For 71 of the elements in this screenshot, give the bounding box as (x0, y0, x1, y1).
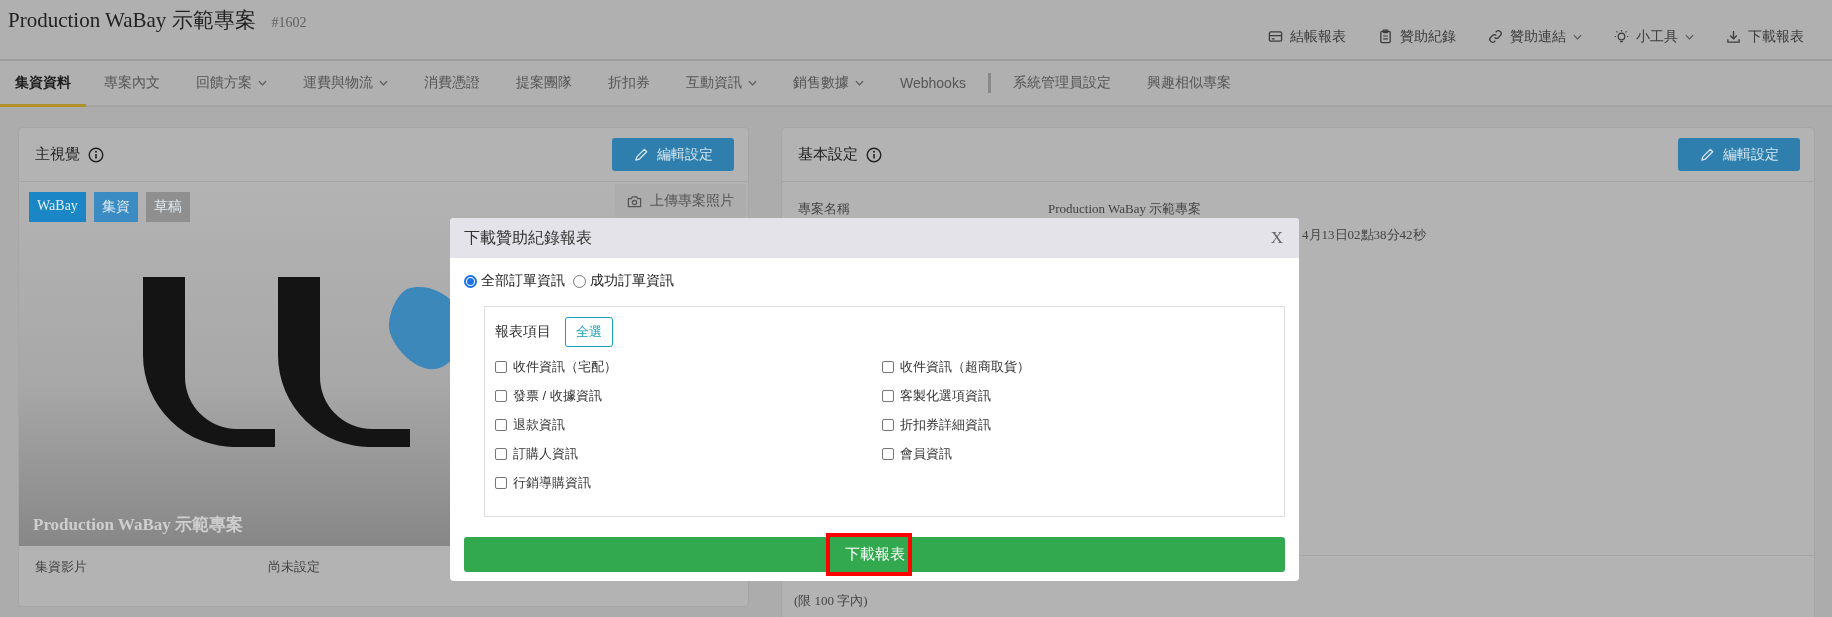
header-action[interactable]: 贊助紀錄 (1378, 27, 1456, 46)
field-value: Production WaBay 示範專案 (1048, 201, 1202, 216)
checkbox[interactable] (495, 448, 507, 460)
radio-option[interactable]: 成功訂單資訊 (573, 272, 674, 290)
field-value: 尚未設定 (268, 558, 321, 576)
checkbox[interactable] (495, 361, 507, 373)
tab[interactable]: 興趣相似專案 (1128, 61, 1249, 107)
dialog-title: 下載贊助紀錄報表 (464, 227, 592, 248)
clipboard-icon (1378, 29, 1393, 44)
info-icon (866, 146, 882, 163)
hint-text: (限 100 字內) (794, 593, 868, 608)
info-icon (88, 146, 104, 163)
camera-icon (627, 193, 642, 209)
card-title: 基本設定 (798, 145, 858, 164)
link-icon (1488, 29, 1503, 44)
tab[interactable]: 銷售數據 (775, 61, 882, 107)
checkbox[interactable] (495, 390, 507, 402)
header-action[interactable]: 贊助連結 (1488, 27, 1582, 46)
field-label: 集資影片 (35, 558, 88, 576)
field-value: 4月13日02點38分42秒 (1302, 227, 1426, 242)
pencil-icon (1699, 147, 1715, 162)
checkbox-label: 收件資訊（超商取貨） (900, 358, 1030, 376)
edit-button[interactable]: 編輯設定 (612, 138, 734, 171)
tab[interactable]: 專案內文 (86, 61, 178, 107)
checkbox[interactable] (882, 361, 894, 373)
select-all-button[interactable]: 全選 (565, 317, 613, 347)
checkbox[interactable] (882, 390, 894, 402)
section-label: 報表項目 (495, 323, 551, 341)
radio-label: 全部訂單資訊 (481, 272, 565, 290)
checkbox-label: 收件資訊（宅配） (513, 358, 617, 376)
checkbox-label: 發票 / 收據資訊 (513, 387, 602, 405)
radio-button[interactable] (464, 274, 477, 288)
download-icon (1726, 29, 1741, 44)
project-title: Production WaBay 示範專案 (8, 7, 256, 34)
checkbox-label: 折扣券詳細資訊 (900, 416, 991, 434)
header-action[interactable]: 小工具 (1614, 27, 1694, 46)
edit-button[interactable]: 編輯設定 (1678, 138, 1800, 171)
radio-label: 成功訂單資訊 (590, 272, 674, 290)
status-badge: WaBay (29, 192, 86, 222)
checkbox-label: 客製化選項資訊 (900, 387, 991, 405)
field-label: 專案名稱 (798, 201, 850, 216)
checkbox[interactable] (495, 419, 507, 431)
tab[interactable]: 消費憑證 (406, 61, 498, 107)
tab[interactable]: 折扣券 (590, 61, 668, 107)
tab[interactable]: Webhooks (882, 61, 984, 107)
checkbox[interactable] (882, 419, 894, 431)
image-caption: Production WaBay 示範專案 (33, 514, 243, 536)
checkbox[interactable] (495, 477, 507, 489)
card-title: 主視覺 (35, 145, 80, 164)
checkbox-label: 訂購人資訊 (513, 445, 578, 463)
checkbox-label: 行銷導購資訊 (513, 474, 591, 492)
tab[interactable]: 系統管理員設定 (994, 61, 1129, 107)
checkbox-label: 退款資訊 (513, 416, 565, 434)
status-badge: 草稿 (145, 192, 190, 222)
header-action[interactable]: 下載報表 (1726, 27, 1804, 46)
card-icon (1268, 29, 1283, 44)
header-action[interactable]: 結帳報表 (1268, 27, 1346, 46)
upload-photo-button[interactable]: 上傳專案照片 (615, 184, 746, 218)
lightbulb-icon (1614, 29, 1629, 44)
status-badge: 集資 (93, 192, 138, 222)
tab[interactable]: 提案團隊 (498, 61, 590, 107)
tab[interactable]: 互動資訊 (668, 61, 775, 107)
tab[interactable]: 回饋方案 (178, 61, 285, 107)
tab[interactable]: 運費與物流 (285, 61, 406, 107)
radio-option[interactable]: 全部訂單資訊 (464, 272, 565, 290)
checkbox[interactable] (882, 448, 894, 460)
project-id: #1602 (271, 15, 307, 31)
pencil-icon (633, 147, 649, 162)
checkbox-label: 會員資訊 (900, 445, 952, 463)
close-button[interactable]: X (1270, 228, 1283, 248)
tab[interactable]: 集資資料 (0, 61, 86, 107)
